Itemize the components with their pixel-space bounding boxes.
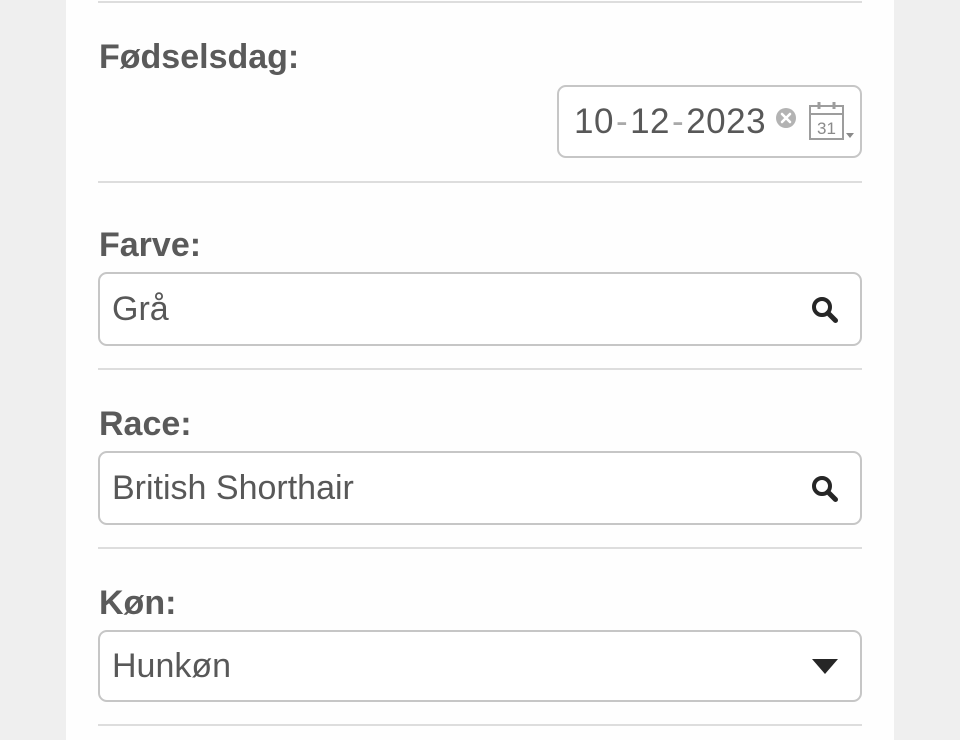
breed-label: Race: (99, 405, 192, 443)
divider (98, 547, 862, 549)
search-icon[interactable] (811, 296, 839, 324)
clear-circle-icon[interactable] (775, 107, 797, 129)
date-separator: - (672, 101, 685, 141)
gender-label: Køn: (99, 584, 177, 622)
date-separator: - (615, 101, 629, 141)
birthday-date-input[interactable]: 10-12-2023 31 (557, 85, 862, 158)
search-icon[interactable] (811, 475, 839, 503)
breed-search-field[interactable]: British Shorthair (98, 451, 862, 525)
birthday-date-value: 10-12-2023 (574, 87, 766, 156)
color-search-field[interactable]: Grå (98, 272, 862, 346)
birthday-month: 12 (630, 101, 671, 141)
breed-value: British Shorthair (112, 468, 354, 507)
calendar-icon[interactable]: 31 (808, 101, 860, 143)
divider (98, 181, 862, 183)
divider (98, 1, 862, 3)
birthday-day: 10 (574, 101, 614, 141)
divider (98, 368, 862, 370)
gender-select[interactable]: Hunkøn (98, 630, 862, 702)
divider (98, 724, 862, 726)
gender-value: Hunkøn (112, 646, 232, 685)
calendar-day-number: 31 (817, 119, 836, 138)
color-value: Grå (112, 289, 169, 328)
caret-down-icon[interactable] (811, 658, 839, 676)
birthday-year: 2023 (686, 101, 767, 141)
color-label: Farve: (99, 226, 202, 264)
birthday-label: Fødselsdag: (99, 38, 300, 76)
